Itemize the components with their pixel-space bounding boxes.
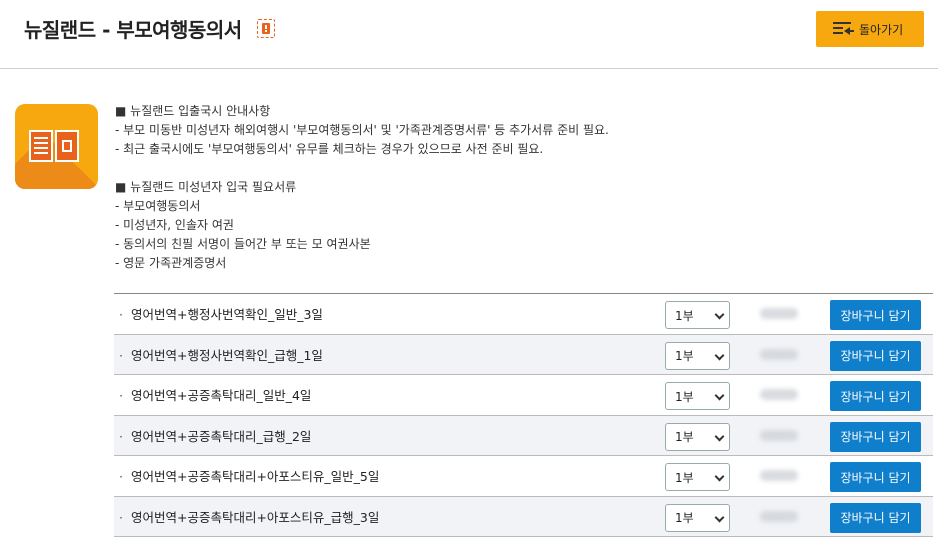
price-blurred: [760, 389, 798, 400]
add-to-cart-button[interactable]: 장바구니 담기: [830, 381, 921, 411]
quantity-value: 1부: [675, 430, 694, 444]
product-name: 영어번역+공증촉탁대리_급행_2일: [119, 426, 311, 445]
product-name: 영어번역+공증촉탁대리+아포스티유_급행_3일: [119, 507, 379, 526]
quantity-select[interactable]: 1부: [665, 422, 730, 451]
add-to-cart-button[interactable]: 장바구니 담기: [830, 421, 921, 452]
product-row: 영어번역+공증촉탁대리_일반_4일 1부 장바구니 담기: [114, 375, 933, 416]
chevron-down-icon: [714, 431, 725, 441]
quantity-select[interactable]: 1부: [665, 463, 730, 491]
product-table: 영어번역+행정사번역확인_일반_3일 1부 장바구니 담기 영어번역+행정사번역…: [114, 293, 933, 537]
chevron-down-icon: [714, 390, 725, 401]
quantity-value: 1부: [675, 308, 694, 323]
notice-line: - 부모 미동반 미성년자 해외여행시 '부모여행동의서' 및 '가족관계증명서…: [115, 123, 609, 137]
quantity-value: 1부: [675, 511, 694, 525]
quantity-value: 1부: [675, 389, 694, 404]
price-blurred: [760, 308, 798, 319]
back-button-label: 돌아가기: [859, 22, 904, 37]
product-row: 영어번역+공증촉탁대리+아포스티유_급행_3일 1부 장바구니 담기: [114, 496, 933, 537]
quantity-value: 1부: [675, 470, 694, 485]
add-to-cart-button[interactable]: 장바구니 담기: [830, 300, 921, 330]
quantity-value: 1부: [675, 349, 694, 363]
product-row: 영어번역+공증촉탁대리+아포스티유_일반_5일 1부 장바구니 담기: [114, 456, 933, 497]
price-blurred: [760, 510, 798, 522]
quantity-select[interactable]: 1부: [665, 503, 730, 532]
back-button[interactable]: 돌아가기: [816, 11, 924, 47]
notice-line: - 부모여행동의서: [115, 199, 201, 213]
product-name: 영어번역+공증촉탁대리_일반_4일: [119, 385, 311, 404]
notice-text: ■ 뉴질랜드 입출국시 안내사항 - 부모 미동반 미성년자 해외여행시 '부모…: [115, 102, 609, 273]
product-row: 영어번역+공증촉탁대리_급행_2일 1부 장바구니 담기: [114, 415, 933, 456]
add-to-cart-button[interactable]: 장바구니 담기: [830, 502, 921, 533]
quantity-select[interactable]: 1부: [665, 301, 730, 329]
add-to-cart-button[interactable]: 장바구니 담기: [830, 340, 921, 371]
notice-line: - 미성년자, 인솔자 여권: [115, 218, 234, 232]
product-name: 영어번역+행정사번역확인_급행_1일: [119, 345, 323, 364]
page-title: 뉴질랜드 - 부모여행동의서: [24, 18, 242, 42]
price-blurred: [760, 429, 798, 441]
notice-section1-title: ■ 뉴질랜드 입출국시 안내사항: [115, 104, 271, 118]
price-blurred: [760, 470, 798, 481]
document-icon: [15, 104, 98, 189]
chevron-down-icon: [714, 350, 725, 360]
notice-section2-title: ■ 뉴질랜드 미성년자 입국 필요서류: [115, 180, 297, 194]
notice-line: - 영문 가족관계증명서: [115, 256, 227, 270]
add-to-cart-button[interactable]: 장바구니 담기: [830, 462, 921, 492]
notice-line: - 최근 출국시에도 '부모여행동의서' 유무를 체크하는 경우가 있으므로 사…: [115, 142, 544, 156]
chevron-down-icon: [714, 309, 725, 320]
product-row: 영어번역+행정사번역확인_급행_1일 1부 장바구니 담기: [114, 334, 933, 375]
price-blurred: [760, 348, 798, 360]
page-header: 뉴질랜드 - 부모여행동의서 돌아가기: [0, 0, 938, 69]
list-back-icon: [833, 21, 854, 37]
product-name: 영어번역+공증촉탁대리+아포스티유_일반_5일: [119, 466, 379, 485]
quantity-select[interactable]: 1부: [665, 382, 730, 410]
alert-icon[interactable]: [257, 19, 275, 38]
quantity-select[interactable]: 1부: [665, 341, 730, 370]
notice-line: - 동의서의 친필 서명이 들어간 부 또는 모 여권사본: [115, 237, 371, 251]
product-row: 영어번역+행정사번역확인_일반_3일 1부 장바구니 담기: [114, 294, 933, 335]
chevron-down-icon: [714, 512, 725, 522]
chevron-down-icon: [714, 471, 725, 482]
product-name: 영어번역+행정사번역확인_일반_3일: [119, 304, 323, 323]
